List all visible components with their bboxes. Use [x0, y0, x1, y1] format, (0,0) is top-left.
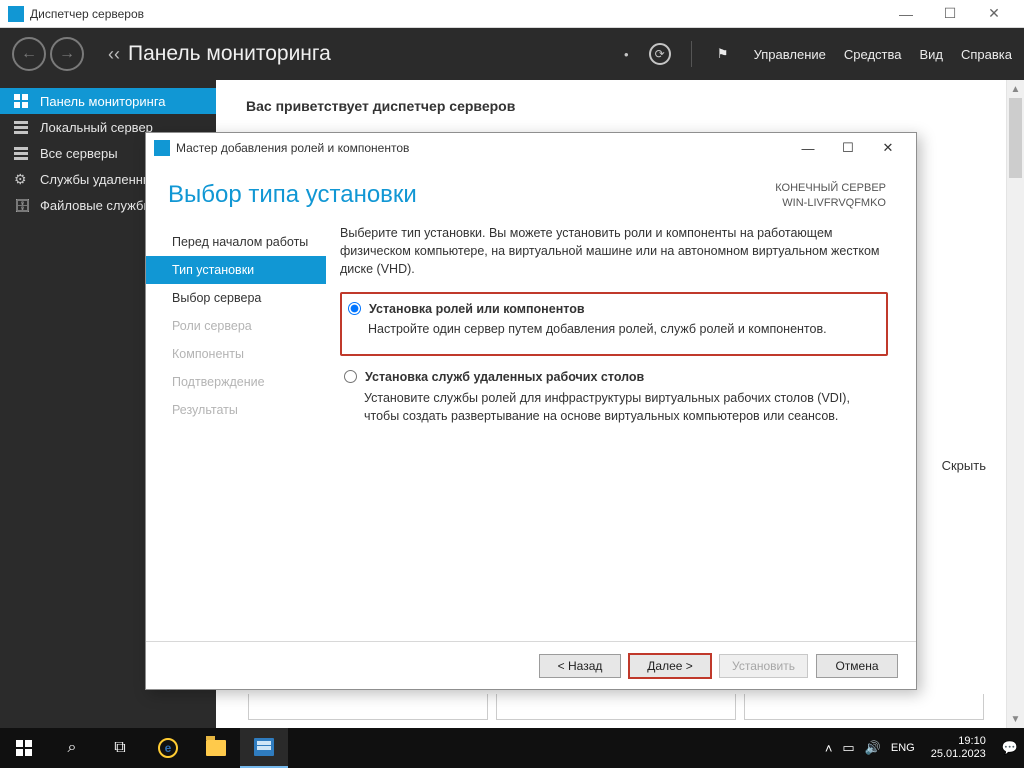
destination-server-name: WIN-LIVFRVQFMKO: [775, 196, 886, 211]
scroll-down-icon[interactable]: ▼: [1007, 710, 1024, 728]
breadcrumb-chevrons-icon: ‹‹: [108, 44, 120, 65]
windows-icon: [16, 740, 32, 756]
action-center-icon[interactable]: 💬: [1002, 740, 1018, 756]
back-button[interactable]: < Назад: [539, 654, 621, 678]
menu-view[interactable]: Вид: [919, 47, 943, 62]
page-title: Панель мониторинга: [128, 42, 331, 66]
dialog-heading: Выбор типа установки: [168, 181, 417, 209]
option-role-based[interactable]: Установка ролей или компонентов: [344, 296, 880, 320]
dialog-app-icon: [154, 140, 170, 156]
option-role-based-desc: Настройте один сервер путем добавления р…: [368, 320, 880, 338]
hide-link[interactable]: Скрыть: [942, 458, 986, 473]
nav-forward-button[interactable]: →: [50, 37, 84, 71]
dashboard-tile[interactable]: [496, 694, 736, 720]
tray-volume-icon[interactable]: 🔊: [865, 740, 881, 756]
taskbar-server-manager-button[interactable]: [240, 728, 288, 768]
dialog-minimize-button[interactable]: —: [788, 134, 828, 162]
sidebar-item-dashboard[interactable]: Панель мониторинга: [0, 88, 216, 114]
destination-label: КОНЕЧНЫЙ СЕРВЕР: [775, 181, 886, 196]
step-before-you-begin[interactable]: Перед началом работы: [146, 228, 326, 256]
tray-language[interactable]: ENG: [891, 742, 915, 754]
minimize-button[interactable]: —: [884, 0, 928, 28]
next-button[interactable]: Далее >: [629, 654, 711, 678]
dialog-maximize-button[interactable]: ☐: [828, 134, 868, 162]
wizard-panel: Выберите тип установки. Вы можете устано…: [326, 222, 916, 634]
install-button: Установить: [719, 654, 808, 678]
sidebar-item-label: Все серверы: [40, 146, 118, 161]
dashboard-icon: [14, 94, 30, 108]
option-rds[interactable]: Установка служб удаленных рабочих столов: [340, 364, 888, 388]
servers-icon: [14, 146, 30, 160]
panel-intro-text: Выберите тип установки. Вы можете устано…: [340, 224, 888, 278]
sidebar-item-label: Локальный сервер: [40, 120, 153, 135]
option-role-based-radio[interactable]: [348, 302, 361, 315]
ie-icon: [158, 738, 178, 758]
wizard-steps: Перед началом работы Тип установки Выбор…: [146, 222, 326, 634]
option-rds-radio[interactable]: [344, 370, 357, 383]
app-icon: [8, 6, 24, 22]
main-titlebar: Диспетчер серверов — ☐ ✕: [0, 0, 1024, 28]
tray-network-icon[interactable]: ▭: [842, 740, 854, 756]
step-confirmation: Подтверждение: [146, 368, 326, 396]
menu-manage[interactable]: Управление: [754, 47, 826, 62]
maximize-button[interactable]: ☐: [928, 0, 972, 28]
main-toolbar: ← → ‹‹ Панель мониторинга • ⟳ ⚑ Управлен…: [0, 28, 1024, 80]
taskbar-ie-button[interactable]: [144, 728, 192, 768]
sidebar-item-label: Панель мониторинга: [40, 94, 166, 109]
vertical-scrollbar[interactable]: ▲ ▼: [1006, 80, 1024, 728]
add-roles-wizard-dialog: Мастер добавления ролей и компонентов — …: [145, 132, 917, 690]
task-view-button[interactable]: ⧉: [96, 728, 144, 768]
step-installation-type[interactable]: Тип установки: [146, 256, 326, 284]
tray-date: 25.01.2023: [931, 748, 986, 761]
menu-help[interactable]: Справка: [961, 47, 1012, 62]
option-role-based-title: Установка ролей или компонентов: [369, 300, 585, 318]
option-rds-desc: Установите службы ролей для инфраструкту…: [364, 389, 888, 425]
tray-time: 19:10: [931, 735, 986, 748]
welcome-heading: Вас приветствует диспетчер серверов: [246, 98, 994, 114]
taskbar-search-button[interactable]: ⌕: [48, 728, 96, 768]
option-role-based-highlight: Установка ролей или компонентов Настройт…: [340, 292, 888, 356]
step-results: Результаты: [146, 396, 326, 424]
scroll-up-icon[interactable]: ▲: [1007, 80, 1024, 98]
cancel-button[interactable]: Отмена: [816, 654, 898, 678]
dialog-close-button[interactable]: ✕: [868, 134, 908, 162]
tray-clock[interactable]: 19:10 25.01.2023: [925, 735, 992, 760]
dialog-button-row: < Назад Далее > Установить Отмена: [146, 641, 916, 689]
nav-back-button[interactable]: ←: [12, 37, 46, 71]
dialog-titlebar: Мастер добавления ролей и компонентов — …: [146, 133, 916, 163]
step-features: Компоненты: [146, 340, 326, 368]
server-manager-icon: [254, 738, 274, 756]
taskbar: ⌕ ⧉ ˄ ▭ 🔊 ENG 19:10 25.01.2023 💬: [0, 728, 1024, 768]
server-icon: [14, 120, 30, 134]
taskbar-explorer-button[interactable]: [192, 728, 240, 768]
toolbar-separator: [691, 41, 692, 67]
dashboard-tile[interactable]: [248, 694, 488, 720]
toolbar-dash-icon: •: [624, 47, 629, 62]
close-button[interactable]: ✕: [972, 0, 1016, 28]
storage-icon: [14, 198, 30, 212]
refresh-button[interactable]: ⟳: [647, 41, 673, 67]
gear-icon: [14, 172, 30, 186]
step-server-roles: Роли сервера: [146, 312, 326, 340]
tray-chevron-up-icon[interactable]: ˄: [825, 741, 833, 756]
folder-icon: [206, 740, 226, 756]
option-rds-title: Установка служб удаленных рабочих столов: [365, 368, 644, 386]
main-title-text: Диспетчер серверов: [30, 7, 144, 21]
start-button[interactable]: [0, 728, 48, 768]
destination-server-box: КОНЕЧНЫЙ СЕРВЕР WIN-LIVFRVQFMKO: [775, 181, 886, 212]
notifications-flag-icon[interactable]: ⚑: [710, 41, 736, 67]
menu-tools[interactable]: Средства: [844, 47, 902, 62]
dashboard-tiles-row: [248, 694, 984, 720]
dialog-title-text: Мастер добавления ролей и компонентов: [176, 141, 409, 155]
scroll-thumb[interactable]: [1009, 98, 1022, 178]
dashboard-tile[interactable]: [744, 694, 984, 720]
step-server-selection[interactable]: Выбор сервера: [146, 284, 326, 312]
